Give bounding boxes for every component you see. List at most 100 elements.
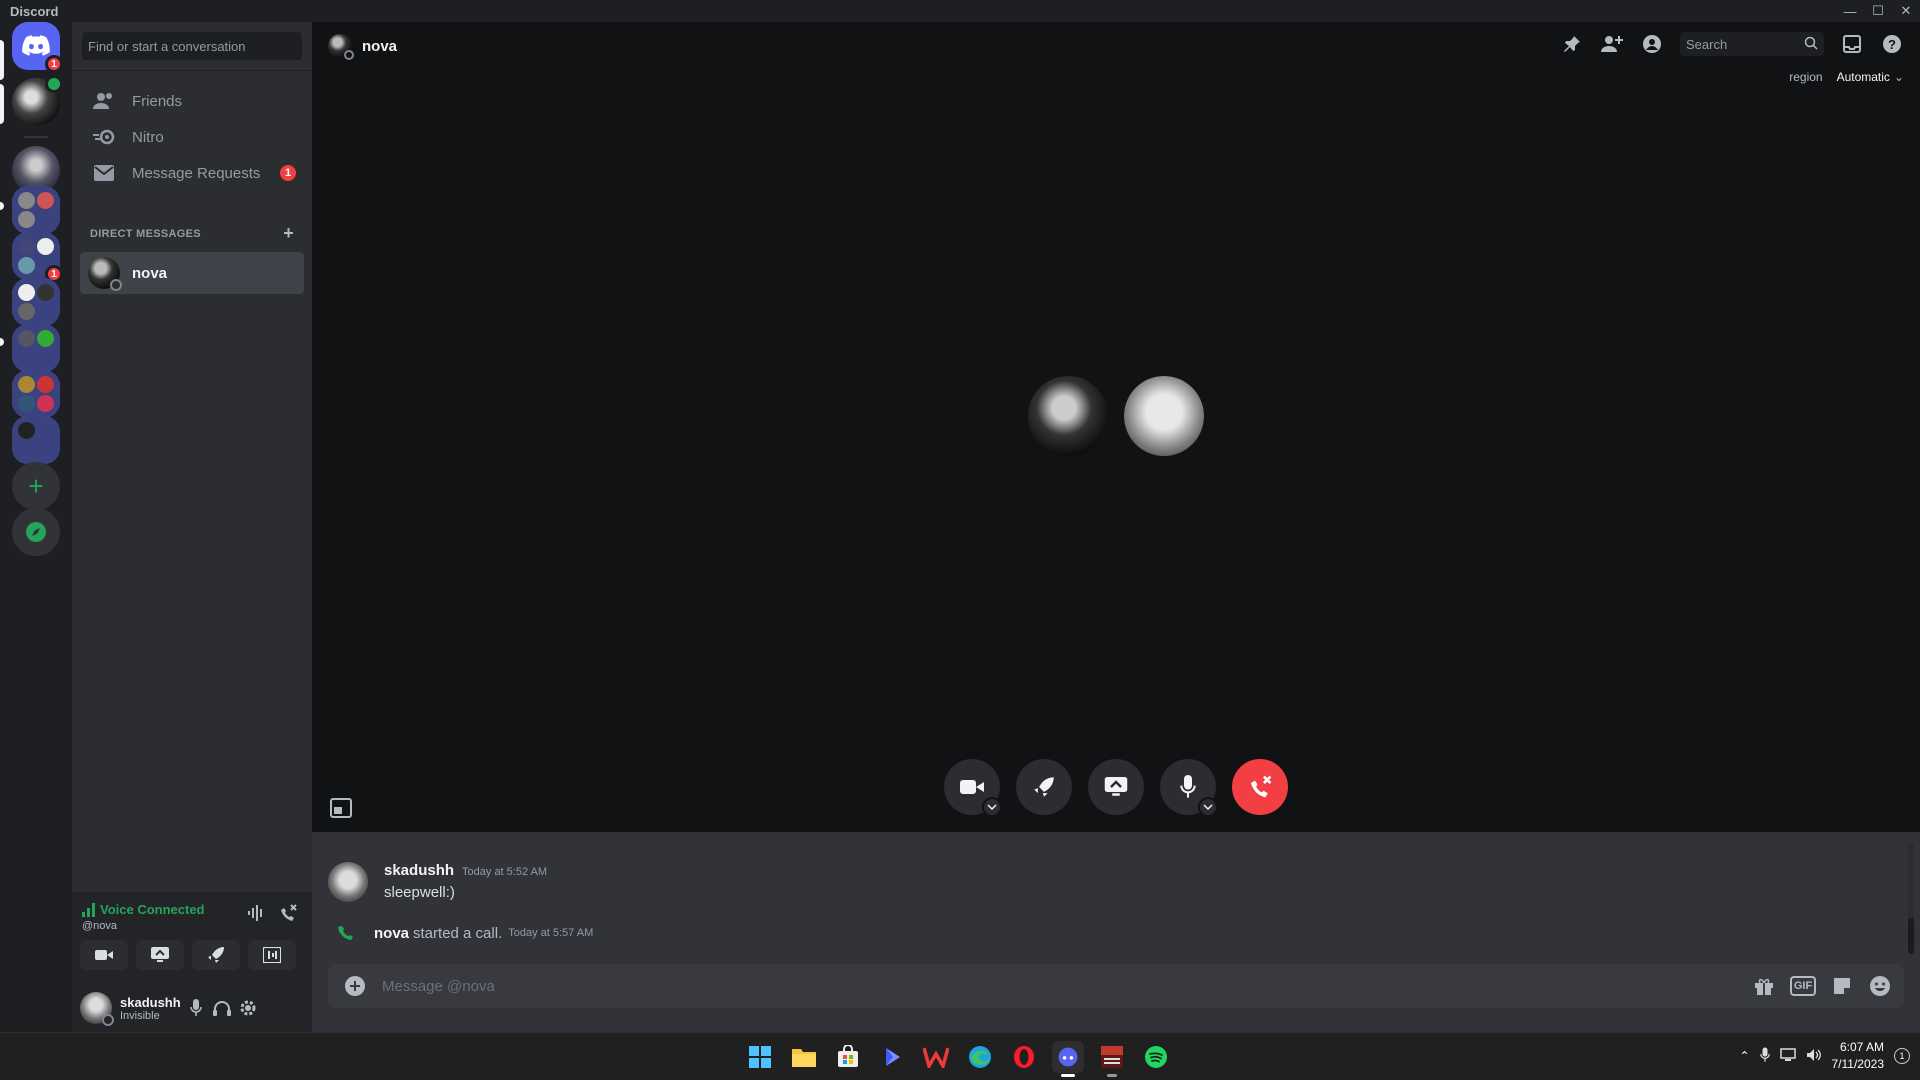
gift-icon[interactable] bbox=[1752, 974, 1776, 998]
call-header: nova Search ? bbox=[312, 22, 1920, 70]
voice-channel-label: @nova bbox=[82, 920, 118, 932]
edge-browser-icon[interactable] bbox=[964, 1041, 996, 1073]
microsoft-store-icon[interactable] bbox=[832, 1041, 864, 1073]
disconnect-call-icon[interactable] bbox=[276, 902, 300, 924]
message-text: sleepwell:) bbox=[384, 884, 455, 901]
scrollbar-thumb[interactable] bbox=[1908, 918, 1914, 954]
folder-icons bbox=[12, 370, 60, 418]
pin-icon[interactable] bbox=[1560, 32, 1584, 56]
nav-message-requests[interactable]: Message Requests 1 bbox=[80, 152, 304, 194]
system-message-text: started a call. bbox=[413, 924, 503, 942]
voice-connected-status[interactable]: Voice Connected bbox=[82, 902, 205, 917]
start-activity-button[interactable] bbox=[1016, 759, 1072, 815]
user-avatar[interactable] bbox=[80, 992, 114, 1026]
inbox-icon[interactable] bbox=[1840, 32, 1864, 56]
chat-scrollbar[interactable] bbox=[1908, 842, 1914, 954]
add-friends-to-dm-icon[interactable] bbox=[1600, 32, 1624, 56]
noise-suppression-icon[interactable] bbox=[244, 902, 268, 924]
voice-guild-pill bbox=[0, 84, 4, 124]
chevron-up-icon[interactable]: ⌃ bbox=[1739, 1049, 1749, 1063]
windows-start-icon[interactable] bbox=[744, 1041, 776, 1073]
close-icon[interactable]: ✕ bbox=[1892, 0, 1920, 22]
toggle-mute-button[interactable] bbox=[1160, 759, 1218, 817]
header-toolbar: Search ? bbox=[1560, 32, 1904, 56]
volume-icon[interactable] bbox=[1806, 1048, 1822, 1065]
region-label: region bbox=[1789, 70, 1823, 84]
explore-servers-button[interactable] bbox=[12, 508, 60, 556]
camera-icon bbox=[960, 780, 984, 794]
camera-options-chevron-icon[interactable] bbox=[982, 797, 1002, 817]
dm-item-nova[interactable]: nova bbox=[80, 252, 304, 294]
home-badge: 1 bbox=[45, 55, 63, 73]
mute-mic-icon[interactable] bbox=[184, 996, 208, 1020]
add-server-button[interactable]: + bbox=[12, 462, 60, 510]
create-dm-icon[interactable]: + bbox=[283, 224, 294, 242]
file-explorer-icon[interactable] bbox=[788, 1041, 820, 1073]
home-button[interactable]: 1 bbox=[12, 22, 63, 73]
screen-share-button[interactable] bbox=[136, 940, 184, 970]
clock[interactable]: 6:07 AM 7/11/2023 bbox=[1832, 1039, 1885, 1073]
copilot-icon[interactable] bbox=[876, 1041, 908, 1073]
voicemeeter-icon[interactable] bbox=[1096, 1041, 1128, 1077]
server-folder-2[interactable]: 1 bbox=[12, 232, 63, 283]
message-avatar[interactable] bbox=[328, 862, 368, 902]
opera-browser-icon[interactable] bbox=[1008, 1041, 1040, 1073]
server-folder-4[interactable] bbox=[12, 324, 60, 372]
header-search-input[interactable]: Search bbox=[1680, 32, 1824, 56]
discord-logo-icon bbox=[22, 35, 50, 56]
server-folder-5[interactable] bbox=[12, 370, 60, 418]
activity-button[interactable] bbox=[192, 940, 240, 970]
user-profile-icon[interactable] bbox=[1640, 32, 1664, 56]
clock-date: 7/11/2023 bbox=[1831, 1057, 1885, 1071]
minimize-icon[interactable]: — bbox=[1836, 0, 1864, 22]
server-folder-6[interactable] bbox=[12, 416, 60, 464]
taskbar-apps bbox=[744, 1041, 1172, 1077]
network-icon[interactable] bbox=[1779, 1047, 1796, 1065]
sticker-icon[interactable] bbox=[1830, 974, 1854, 998]
server-folder-3[interactable] bbox=[12, 278, 60, 326]
region-selector[interactable]: region Automatic ⌄ bbox=[1789, 70, 1904, 84]
active-indicator bbox=[1061, 1074, 1075, 1077]
message-author[interactable]: skadushh bbox=[384, 862, 454, 879]
wps-office-icon[interactable] bbox=[920, 1041, 952, 1073]
emoji-icon[interactable] bbox=[1868, 974, 1892, 998]
call-title: nova bbox=[362, 37, 398, 55]
user-info[interactable]: skadushh Invisible bbox=[120, 995, 181, 1022]
user-settings-icon[interactable] bbox=[236, 996, 260, 1020]
svg-text:?: ? bbox=[1888, 37, 1896, 52]
headphones-icon[interactable] bbox=[210, 996, 234, 1020]
folder-icons bbox=[12, 416, 60, 464]
find-conversation-input[interactable]: Find or start a conversation bbox=[82, 32, 302, 60]
camera-button[interactable] bbox=[80, 940, 128, 970]
tray-microphone-icon[interactable] bbox=[1759, 1047, 1770, 1066]
toggle-camera-button[interactable] bbox=[944, 759, 1002, 817]
divider bbox=[72, 70, 312, 71]
region-value: Automatic bbox=[1836, 70, 1890, 84]
chevron-down-icon: ⌄ bbox=[1893, 70, 1904, 84]
system-message-user[interactable]: nova bbox=[374, 925, 409, 942]
message-composer[interactable]: Message @nova GIF bbox=[328, 964, 1904, 1008]
participant-avatar-skadushh[interactable] bbox=[1124, 376, 1204, 456]
discord-taskbar-icon[interactable] bbox=[1052, 1041, 1084, 1077]
gif-button[interactable]: GIF bbox=[1790, 976, 1816, 996]
rocket-icon bbox=[1034, 777, 1054, 797]
soundboard-button[interactable] bbox=[248, 940, 296, 970]
popout-icon[interactable] bbox=[330, 798, 352, 820]
rocket-icon bbox=[208, 947, 224, 963]
dm-nova-voice-avatar[interactable] bbox=[12, 75, 63, 126]
server-folder-1[interactable] bbox=[12, 186, 60, 234]
maximize-icon[interactable]: ☐ bbox=[1864, 0, 1892, 22]
add-attachment-icon[interactable] bbox=[344, 975, 366, 997]
voice-connected-label: Voice Connected bbox=[100, 902, 205, 917]
notification-center-badge[interactable]: 1 bbox=[1894, 1048, 1910, 1064]
user-status: Invisible bbox=[120, 1009, 160, 1022]
help-icon[interactable]: ? bbox=[1880, 32, 1904, 56]
share-screen-button[interactable] bbox=[1088, 759, 1144, 815]
mic-options-chevron-icon[interactable] bbox=[1198, 797, 1218, 817]
spotify-icon[interactable] bbox=[1140, 1041, 1172, 1073]
mail-icon bbox=[92, 161, 116, 185]
end-call-icon bbox=[1250, 775, 1272, 798]
participant-avatar-nova[interactable] bbox=[1028, 376, 1108, 456]
leave-call-button[interactable] bbox=[1232, 759, 1288, 815]
message-input[interactable]: Message @nova bbox=[382, 978, 495, 995]
